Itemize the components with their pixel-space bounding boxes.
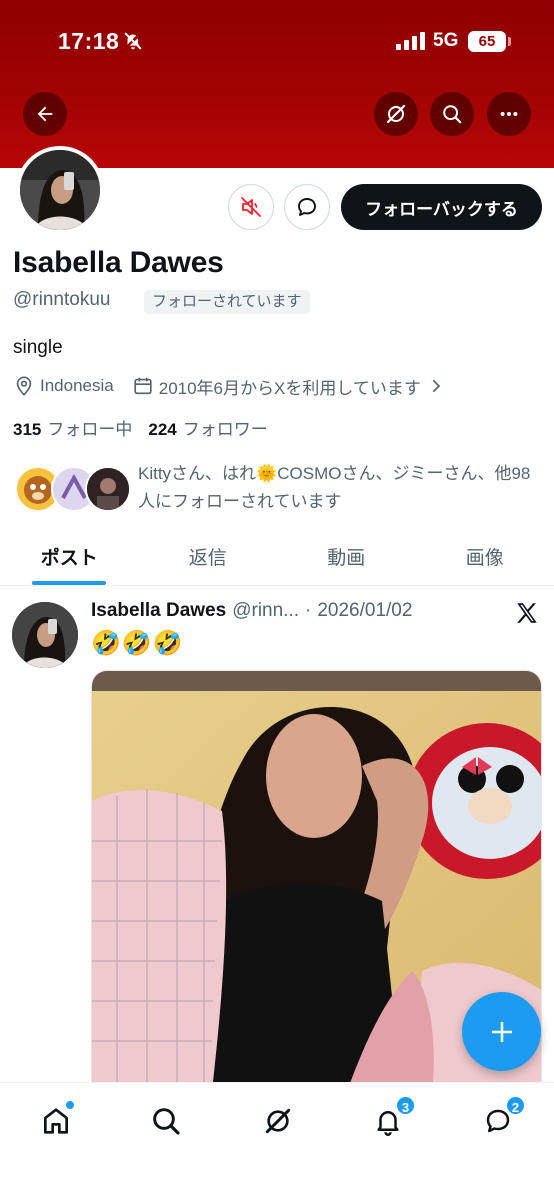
follower-avatar-3 (85, 466, 131, 512)
follows-you-badge: フォローされています (144, 290, 310, 314)
tab-images[interactable]: 画像 (416, 528, 554, 585)
grok-button[interactable] (374, 92, 418, 136)
grok-icon (386, 104, 406, 124)
followers-link[interactable]: 224 フォロワー (148, 415, 267, 440)
followers-label: フォロワー (182, 420, 268, 439)
tab-images-label: 画像 (465, 548, 504, 569)
back-arrow-icon (37, 106, 53, 122)
post-separator: · (305, 600, 312, 621)
battery-cap (508, 37, 511, 46)
joined-item[interactable]: 2010年6月からXを利用しています (132, 374, 445, 399)
following-link[interactable]: 315 フォロー中 (13, 415, 132, 440)
follow-counts: 315 フォロー中 224 フォロワー (13, 415, 268, 440)
home-icon (44, 1108, 68, 1134)
search-button[interactable] (430, 92, 474, 136)
status-time: 17:18 (58, 28, 120, 54)
profile-bio: single (13, 337, 63, 358)
post-author-name[interactable]: Isabella Dawes (91, 600, 226, 622)
nav-grok[interactable] (258, 1101, 298, 1141)
calendar-icon (134, 377, 152, 395)
tab-posts[interactable]: ポスト (0, 528, 139, 585)
profile-name: Isabella Dawes (13, 246, 224, 279)
signal-icon (396, 32, 425, 50)
followed-by-avatars[interactable] (15, 466, 135, 514)
profile-avatar[interactable] (16, 146, 104, 234)
followers-count: 224 (148, 420, 177, 439)
avatar-photo (20, 150, 100, 230)
tab-replies[interactable]: 返信 (139, 528, 278, 585)
tab-replies-label: 返信 (188, 548, 227, 569)
search-icon (443, 105, 462, 124)
home-unread-dot (66, 1101, 74, 1109)
x-logo-icon (517, 603, 537, 623)
unmute-button[interactable] (228, 184, 274, 230)
active-tab-indicator (32, 581, 107, 585)
profile-meta: Indonesia 2010年6月からXを利用しています (13, 373, 445, 399)
post-avatar-photo (12, 602, 78, 668)
more-button[interactable] (487, 92, 531, 136)
notifications-badge: 3 (395, 1095, 416, 1116)
joined-text: 2010年6月からXを利用しています (158, 378, 421, 398)
plus-icon (491, 1021, 512, 1042)
following-label: フォロー中 (47, 420, 133, 439)
post-author-avatar[interactable] (12, 602, 78, 668)
chevron-right-icon (432, 379, 441, 393)
compose-post-button[interactable] (462, 992, 541, 1071)
message-button[interactable] (284, 184, 330, 230)
post-author-handle: @rinn... (232, 600, 300, 621)
bell-off-icon (124, 32, 142, 50)
profile-tabs: ポスト 返信 動画 画像 (0, 528, 554, 586)
tab-videos[interactable]: 動画 (277, 528, 416, 585)
profile-header-banner: 17:18 5G 65 (0, 0, 554, 168)
network-type: 5G (433, 30, 459, 51)
messages-badge: 2 (505, 1095, 526, 1116)
status-bar: 17:18 5G 65 (0, 0, 554, 80)
following-count: 315 (13, 420, 42, 439)
nav-search[interactable] (146, 1101, 186, 1141)
message-bubble-icon (298, 198, 316, 216)
search-icon (153, 1108, 180, 1135)
tab-posts-label: ポスト (40, 548, 98, 569)
nav-messages[interactable]: 2 (478, 1095, 526, 1141)
battery-level: 65 (468, 31, 506, 52)
followed-by-text[interactable]: Kittyさん、はれ🌞COSMOさん、ジミーさん、他98人にフォローされています (138, 460, 538, 516)
location-text: Indonesia (40, 376, 114, 395)
grok-icon (265, 1108, 291, 1134)
post-header: Isabella Dawes @rinn... · 2026/01/02 (91, 600, 412, 622)
bottom-navigation: 3 2 (0, 1082, 554, 1200)
back-button[interactable] (23, 92, 67, 136)
muted-speaker-icon (241, 197, 261, 217)
post-text: 🤣🤣🤣 (91, 630, 184, 657)
location-item: Indonesia (13, 375, 114, 397)
profile-handle: @rinntokuu (13, 289, 111, 310)
more-icon (500, 111, 518, 117)
nav-notifications[interactable]: 3 (368, 1095, 416, 1141)
post-date: 2026/01/02 (317, 600, 413, 621)
nav-home[interactable] (36, 1101, 76, 1141)
follow-back-button[interactable]: フォローバックする (341, 184, 542, 230)
tab-videos-label: 動画 (327, 548, 366, 569)
location-pin-icon (16, 376, 32, 396)
